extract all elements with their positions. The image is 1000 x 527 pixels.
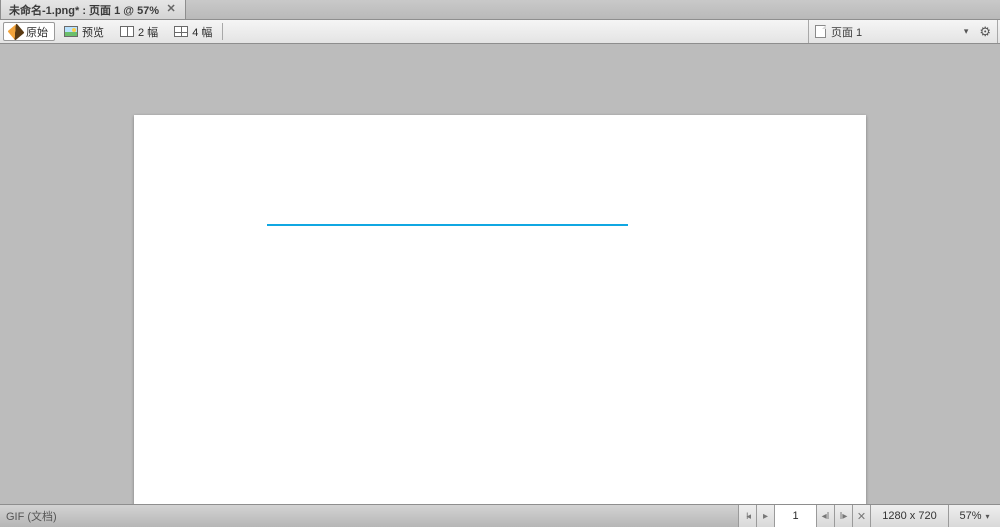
- page-selector[interactable]: 页面 1 ▾ ⚙: [808, 20, 998, 43]
- canvas-dimensions[interactable]: 1280 x 720: [870, 505, 948, 527]
- status-bar: GIF (文档) I◂ ▸ 1 ◂I I▸ ✕ 1280 x 720 57% ▾: [0, 504, 1000, 527]
- close-nav-icon[interactable]: ✕: [852, 505, 870, 527]
- view-toolbar: 原始 预览 2 幅 4 幅 页面 1 ▾ ⚙: [0, 20, 1000, 44]
- export-settings-icon[interactable]: ⚙: [979, 24, 991, 40]
- canvas[interactable]: [134, 115, 866, 504]
- chevron-down-icon: ▾: [964, 26, 969, 37]
- next-frame-button[interactable]: I▸: [834, 505, 852, 527]
- four-up-view-label: 4 幅: [192, 24, 212, 40]
- zoom-level[interactable]: 57% ▾: [948, 505, 1000, 527]
- toolbar-spacer: [225, 20, 808, 43]
- page-number-input[interactable]: 1: [774, 505, 816, 527]
- status-format-text: GIF (文档): [0, 508, 57, 524]
- document-tab-title: 未命名-1.png* : 页面 1 @ 57%: [9, 2, 159, 18]
- zoom-level-value: 57%: [959, 510, 981, 522]
- two-up-view-label: 2 幅: [138, 24, 158, 40]
- original-view-label: 原始: [26, 24, 48, 40]
- original-view-button[interactable]: 原始: [3, 22, 55, 41]
- close-tab-icon[interactable]: ✕: [165, 4, 177, 16]
- page-icon: [815, 25, 826, 38]
- document-tab[interactable]: 未命名-1.png* : 页面 1 @ 57% ✕: [0, 0, 186, 19]
- image-icon: [64, 26, 78, 37]
- two-up-view-button[interactable]: 2 幅: [113, 22, 165, 41]
- chevron-down-icon: ▾: [986, 512, 990, 521]
- pen-icon: [8, 23, 25, 40]
- prev-frame-button[interactable]: ◂I: [816, 505, 834, 527]
- page-selector-label: 页面 1: [831, 24, 862, 40]
- split-four-icon: [174, 26, 188, 37]
- prev-page-button[interactable]: ▸: [756, 505, 774, 527]
- view-toolbar-left: 原始 预览 2 幅 4 幅: [0, 20, 225, 43]
- split-two-icon: [120, 26, 134, 37]
- four-up-view-button[interactable]: 4 幅: [167, 22, 219, 41]
- preview-view-label: 预览: [82, 24, 104, 40]
- view-toolbar-right: 页面 1 ▾ ⚙: [808, 20, 1000, 43]
- line-shape[interactable]: [267, 224, 628, 226]
- workspace[interactable]: [0, 44, 1000, 504]
- first-page-button[interactable]: I◂: [738, 505, 756, 527]
- preview-view-button[interactable]: 预览: [57, 22, 111, 41]
- toolbar-separator: [222, 23, 223, 40]
- tab-bar: 未命名-1.png* : 页面 1 @ 57% ✕: [0, 0, 1000, 20]
- status-right: I◂ ▸ 1 ◂I I▸ ✕ 1280 x 720 57% ▾: [738, 505, 1000, 527]
